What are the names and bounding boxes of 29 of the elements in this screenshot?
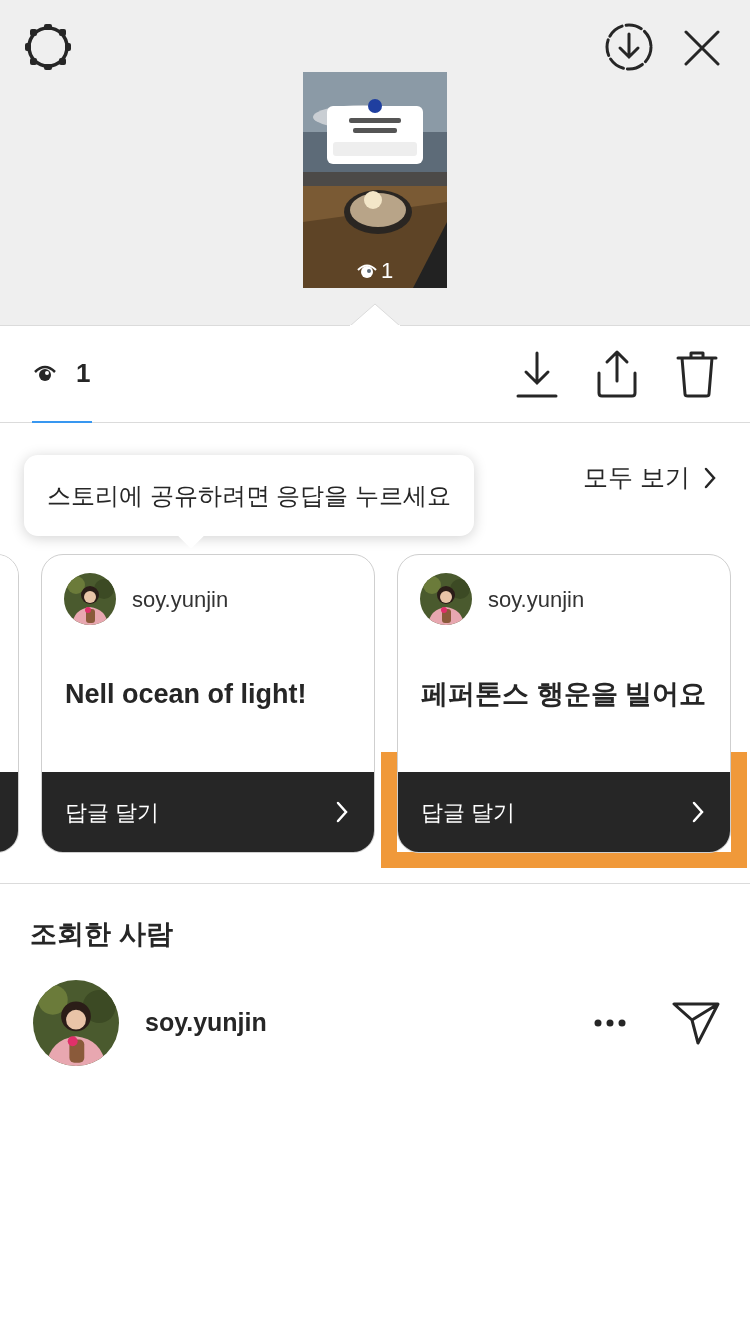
response-card[interactable]: soy.yunjin 페퍼톤스 행운을 빌어요 답글 달기 [397, 554, 731, 853]
chevron-icon[interactable] [704, 466, 716, 489]
section-title: 조회한 사람 [30, 918, 174, 951]
send-icon[interactable] [672, 1000, 720, 1045]
avatar[interactable] [420, 573, 472, 625]
username[interactable]: soy.yunjin [488, 582, 585, 616]
response-text: Nell ocean of light! [65, 678, 307, 712]
reply-button[interactable]: 답글 달기 [42, 772, 374, 852]
download-icon[interactable] [604, 22, 654, 72]
settings-icon[interactable] [23, 22, 73, 72]
more-icon[interactable] [594, 1018, 626, 1027]
share-icon[interactable] [596, 349, 638, 399]
see-all-link[interactable]: 모두 보기 [583, 459, 690, 497]
eye-icon [356, 263, 377, 279]
save-icon[interactable] [516, 350, 558, 398]
response-text: 페퍼톤스 행운을 빌어요 [421, 678, 706, 712]
username[interactable]: soy.yunjin [145, 1003, 267, 1042]
close-icon[interactable] [684, 30, 720, 66]
chevron-icon [692, 801, 704, 823]
view-count: 1 [380, 260, 394, 282]
eye-icon [34, 364, 56, 382]
views-tab[interactable]: 1 [32, 325, 93, 423]
story-thumbnail[interactable]: 1 [303, 72, 447, 288]
delete-icon[interactable] [676, 349, 718, 399]
response-card[interactable]: soy.yunjin Nell ocean of light! 답글 달기 [41, 554, 375, 853]
avatar[interactable] [64, 573, 116, 625]
reply-button[interactable]: 답글 달기 [398, 772, 730, 852]
username[interactable]: soy.yunjin [132, 582, 229, 616]
chevron-icon [336, 801, 348, 823]
